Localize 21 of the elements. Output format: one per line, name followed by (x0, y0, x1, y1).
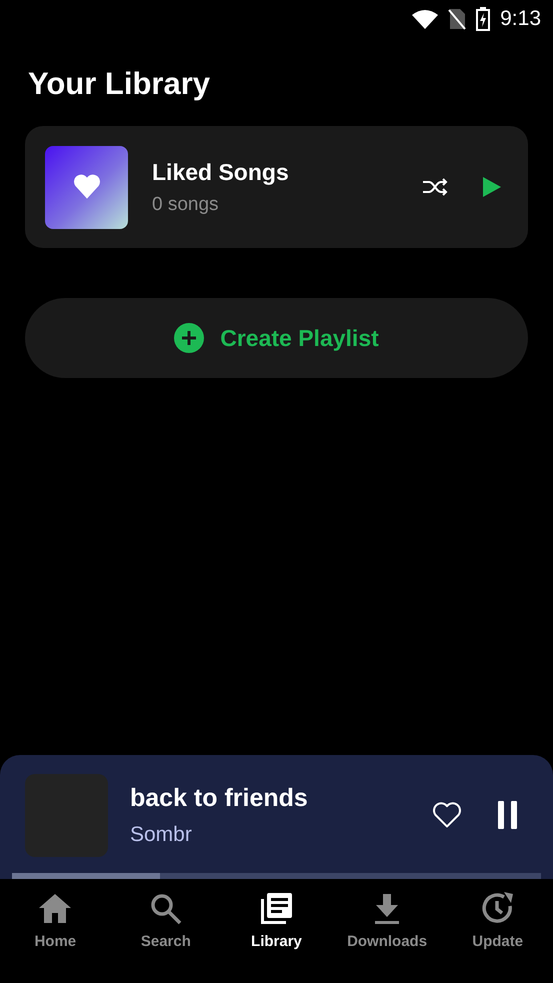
track-title: back to friends (130, 784, 309, 812)
create-playlist-label: Create Playlist (220, 324, 379, 352)
heart-icon (72, 174, 100, 200)
wifi-icon (412, 9, 438, 29)
create-playlist-button[interactable]: Create Playlist (25, 298, 528, 378)
nav-tab[interactable]: Downloads (332, 885, 442, 983)
mini-player[interactable]: back to friends Sombr (0, 755, 553, 879)
liked-songs-card[interactable]: Liked Songs 0 songs (25, 126, 528, 248)
page-title: Your Library (28, 66, 212, 102)
no-sim-icon (448, 8, 466, 30)
library-icon (258, 891, 294, 927)
track-artist: Sombr (130, 822, 193, 846)
battery-charging-icon (476, 7, 490, 31)
status-time: 9:13 (500, 7, 541, 31)
playlist-title: Liked Songs (152, 158, 290, 186)
plus-circle-icon (174, 323, 204, 353)
nav-tab[interactable]: Home (0, 885, 111, 983)
nav-tab[interactable]: Library (221, 885, 332, 983)
nav-tab[interactable]: Search (110, 885, 222, 983)
nav-tab[interactable]: Update (442, 885, 553, 983)
song-count: 0 songs (152, 194, 220, 216)
